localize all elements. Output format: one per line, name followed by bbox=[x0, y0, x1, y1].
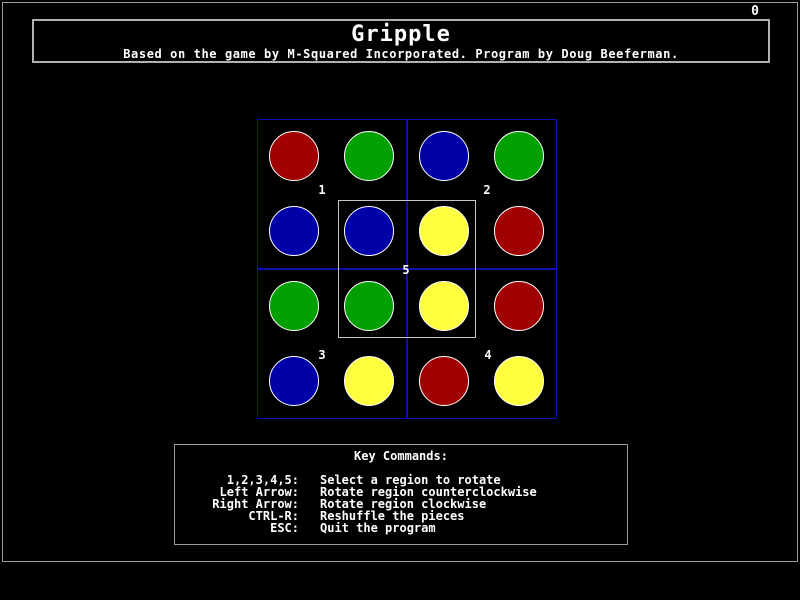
region-label-3: 3 bbox=[318, 348, 326, 362]
region-label-1: 1 bbox=[318, 183, 326, 197]
piece-red bbox=[494, 281, 544, 331]
key-name: ESC: bbox=[270, 521, 299, 535]
region-label-2: 2 bbox=[483, 183, 491, 197]
piece-red bbox=[494, 206, 544, 256]
piece-green bbox=[494, 131, 544, 181]
key-commands-panel: Key Commands: 1,2,3,4,5: Select a region… bbox=[174, 444, 628, 545]
region-label-5: 5 bbox=[402, 263, 410, 277]
piece-green bbox=[269, 281, 319, 331]
piece-green bbox=[344, 131, 394, 181]
piece-yellow bbox=[344, 356, 394, 406]
piece-blue bbox=[269, 356, 319, 406]
key-description: Quit the program bbox=[320, 521, 436, 535]
score-counter: 0 bbox=[751, 4, 759, 19]
piece-red bbox=[269, 131, 319, 181]
piece-blue bbox=[269, 206, 319, 256]
piece-blue bbox=[419, 131, 469, 181]
key-commands-title: Key Commands: bbox=[354, 449, 448, 463]
game-title: Gripple bbox=[351, 22, 451, 47]
title-panel: Gripple Based on the game by M-Squared I… bbox=[32, 19, 770, 63]
game-credits: Based on the game by M-Squared Incorpora… bbox=[123, 47, 679, 61]
piece-red bbox=[419, 356, 469, 406]
piece-yellow bbox=[494, 356, 544, 406]
region-label-4: 4 bbox=[484, 348, 492, 362]
key-command-row: ESC: Quit the program bbox=[175, 522, 627, 535]
